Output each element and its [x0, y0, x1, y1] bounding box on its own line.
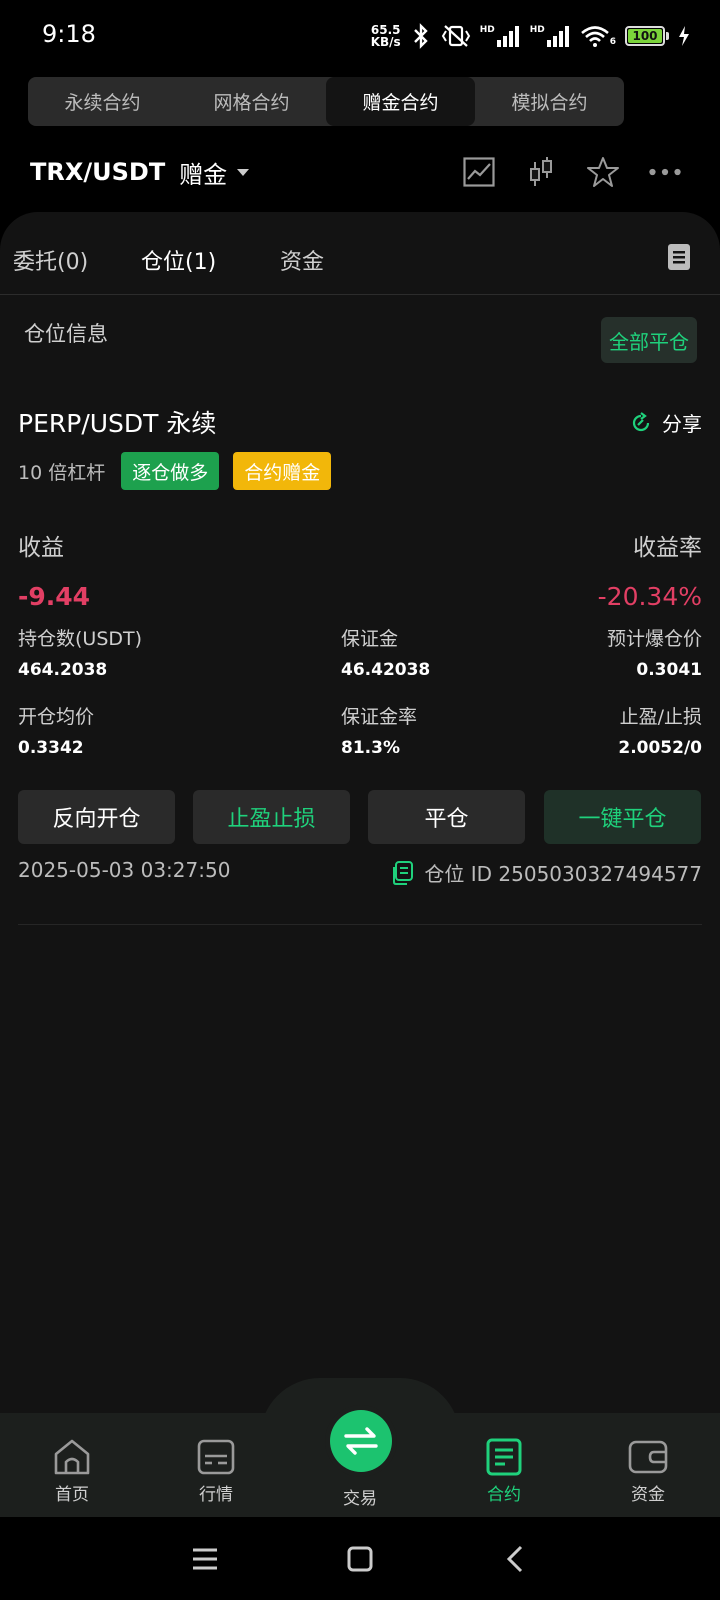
quick-close-button[interactable]: 一键平仓	[544, 790, 701, 844]
wifi: 6	[580, 25, 616, 47]
liq-price-label: 预计爆仓价	[606, 628, 702, 650]
signal-icon	[496, 26, 519, 47]
leverage-row: 10 倍杠杆 逐仓做多 合约赠金	[18, 452, 332, 490]
size-value: 464.2038	[18, 660, 108, 680]
liq-price-value: 0.3041	[636, 660, 702, 680]
battery-level: 100	[628, 29, 662, 43]
bluetooth-icon	[413, 23, 428, 49]
tpsl-label: 止盈/止损	[619, 706, 702, 728]
nav-home[interactable]: 首页	[32, 1438, 112, 1505]
swap-icon	[344, 1427, 378, 1455]
bonus-badge: 合约赠金	[233, 452, 332, 490]
system-nav-bar	[0, 1517, 720, 1600]
nav-market[interactable]: 行情	[176, 1438, 256, 1505]
copy-icon	[393, 860, 414, 885]
signal-1: HD	[480, 25, 521, 47]
net-speed-unit: KB/s	[370, 35, 401, 49]
caret-down-icon	[237, 168, 250, 176]
wifi-sub: 6	[609, 37, 616, 47]
reverse-open-button[interactable]: 反向开仓	[18, 790, 175, 844]
nav-trade-label: 交易	[343, 1489, 377, 1509]
charging-icon	[679, 26, 689, 46]
close-all-button[interactable]: 全部平仓	[601, 317, 697, 363]
nav-assets-label: 资金	[631, 1485, 665, 1505]
card-divider	[18, 924, 702, 925]
tab-funds[interactable]: 资金	[280, 244, 324, 276]
wifi-icon	[580, 26, 609, 47]
position-id-row[interactable]: 仓位 ID 2505030327494577	[392, 858, 702, 887]
nav-assets[interactable]: 资金	[608, 1438, 688, 1505]
nav-market-label: 行情	[199, 1485, 233, 1505]
size-label: 持仓数(USDT)	[18, 628, 143, 650]
margin-label: 保证金	[341, 628, 399, 650]
share-icon	[632, 411, 650, 431]
entry-price-value: 0.3342	[18, 738, 84, 758]
status-time: 9:18	[42, 20, 96, 48]
tpsl-button[interactable]: 止盈止损	[193, 790, 350, 844]
market-icon	[197, 1439, 235, 1475]
star-icon[interactable]	[586, 155, 620, 189]
net-speed: 65.5 KB/s	[371, 24, 401, 48]
pair-name: TRX/USDT	[30, 158, 166, 186]
tab-positions[interactable]: 仓位(1)	[141, 244, 216, 276]
document-icon[interactable]	[668, 244, 690, 274]
open-time: 2025-05-03 03:27:50	[18, 858, 231, 882]
hd-label: HD	[479, 25, 495, 35]
contract-icon	[486, 1438, 522, 1476]
pnl-value: -9.44	[18, 582, 91, 611]
battery: 100	[625, 26, 669, 46]
home-square-icon[interactable]	[343, 1542, 377, 1576]
pnl-rate-label: 收益率	[633, 535, 702, 561]
share-button[interactable]: 分享	[630, 408, 702, 437]
mode-badge: 逐仓做多	[121, 452, 220, 490]
positions-panel: 委托(0) 仓位(1) 资金 仓位信息 全部平仓 PERP/USDT 永续 分享…	[0, 212, 720, 1414]
tab-demo[interactable]: 模拟合约	[475, 77, 624, 126]
pnl-rate-value: -20.34%	[597, 582, 702, 611]
panel-tabs: 委托(0) 仓位(1) 资金	[0, 232, 720, 284]
tab-orders[interactable]: 委托(0)	[13, 244, 88, 276]
nav-contract[interactable]: 合约	[464, 1438, 544, 1505]
tab-grid[interactable]: 网格合约	[177, 77, 326, 126]
mute-vibrate-icon	[441, 25, 470, 47]
leverage-text: 10 倍杠杆	[18, 461, 106, 484]
close-position-button[interactable]: 平仓	[368, 790, 525, 844]
pnl-label: 收益	[18, 535, 64, 561]
margin-rate-value: 81.3%	[341, 738, 400, 758]
pair-selector[interactable]: TRX/USDT 赠金	[30, 150, 250, 194]
status-icons: 65.5 KB/s HD HD 6 100	[371, 22, 690, 50]
section-title: 仓位信息	[24, 322, 108, 346]
status-bar: 9:18 65.5 KB/s HD HD 6 100	[0, 0, 720, 70]
tpsl-value: 2.0052/0	[618, 738, 702, 758]
signal-icon	[546, 26, 569, 47]
tab-bonus[interactable]: 赠金合约	[326, 77, 475, 126]
pair-tag: 赠金	[179, 160, 228, 189]
menu-icon[interactable]	[188, 1542, 222, 1576]
candlestick-icon[interactable]	[524, 155, 558, 189]
home-icon	[54, 1439, 90, 1475]
signal-2: HD	[530, 25, 571, 47]
chart-icon[interactable]	[462, 155, 496, 189]
more-icon[interactable]	[648, 155, 682, 189]
nav-home-label: 首页	[55, 1485, 89, 1505]
share-label: 分享	[662, 412, 702, 436]
divider	[0, 294, 720, 295]
margin-value: 46.42038	[341, 660, 431, 680]
nav-contract-label: 合约	[487, 1485, 521, 1505]
entry-price-label: 开仓均价	[18, 706, 95, 728]
hd-label-2: HD	[529, 25, 545, 35]
back-icon[interactable]	[498, 1542, 532, 1576]
wallet-icon	[628, 1440, 668, 1474]
trade-button[interactable]	[330, 1410, 392, 1472]
contract-type-switcher: 永续合约 网格合约 赠金合约 模拟合约	[28, 77, 624, 126]
position-id: 仓位 ID 2505030327494577	[424, 862, 702, 886]
margin-rate-label: 保证金率	[341, 706, 418, 728]
pair-actions	[462, 150, 682, 194]
contract-name: PERP/USDT 永续	[18, 409, 217, 438]
tab-perpetual[interactable]: 永续合约	[28, 77, 177, 126]
